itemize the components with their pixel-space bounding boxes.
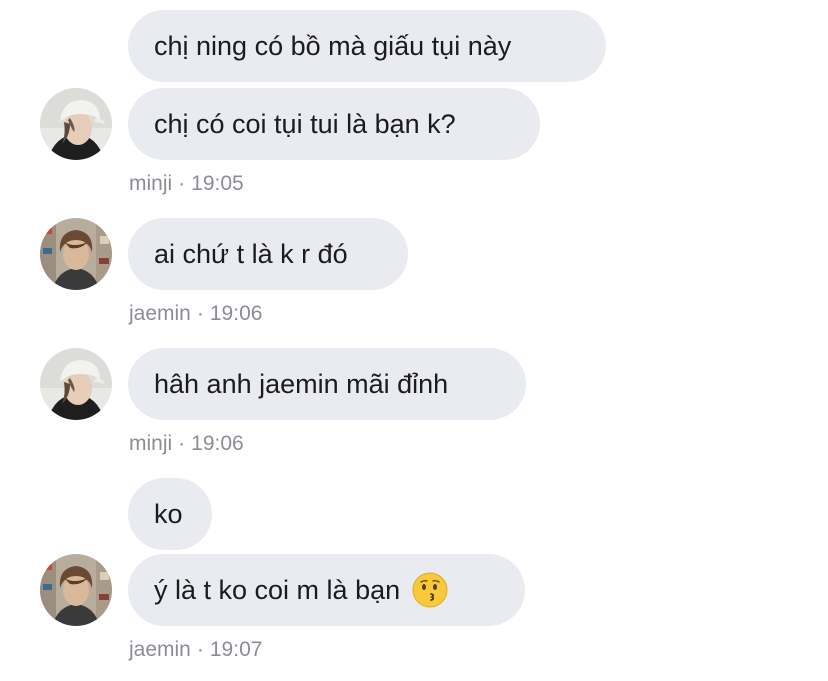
message-bubble[interactable]: ko xyxy=(128,478,212,550)
meta-separator: · xyxy=(196,638,204,661)
meta-separator: · xyxy=(178,172,186,195)
message-bubble[interactable]: ai chứ t là k r đó xyxy=(128,218,408,290)
message-bubble[interactable]: chị có coi tụi tui là bạn k? xyxy=(128,88,540,160)
meta-separator: · xyxy=(196,302,204,325)
timestamp: 19:06 xyxy=(191,432,244,455)
message-meta: jaemin · 19:06 xyxy=(129,302,262,326)
kissing-face-emoji xyxy=(412,572,448,608)
sender-name: jaemin xyxy=(129,638,191,661)
message-text: ko xyxy=(154,498,183,529)
sender-name: minji xyxy=(129,432,173,455)
meta-separator: · xyxy=(178,432,186,455)
message-meta: jaemin · 19:07 xyxy=(129,638,262,662)
message-meta: minji · 19:05 xyxy=(129,172,244,196)
message-text: chị có coi tụi tui là bạn k? xyxy=(154,108,456,139)
jaemin-avatar[interactable] xyxy=(40,554,112,626)
minji-avatar[interactable] xyxy=(40,88,112,160)
message-meta: minji · 19:06 xyxy=(129,432,244,456)
message-text: chị ning có bồ mà giấu tụi này xyxy=(154,30,512,61)
timestamp: 19:06 xyxy=(209,302,263,325)
jaemin-avatar[interactable] xyxy=(40,218,112,290)
sender-name: jaemin xyxy=(129,302,191,325)
sender-name: minji xyxy=(129,172,173,195)
message-text: ý là t ko coi m là bạn xyxy=(154,574,401,605)
message-text: hâh anh jaemin mãi đỉnh xyxy=(154,368,449,399)
message-text: ai chứ t là k r đó xyxy=(154,238,348,269)
message-bubble[interactable]: hâh anh jaemin mãi đỉnh xyxy=(128,348,526,420)
timestamp: 19:07 xyxy=(209,638,263,661)
minji-avatar[interactable] xyxy=(40,348,112,420)
timestamp: 19:05 xyxy=(191,172,244,195)
message-bubble[interactable]: ý là t ko coi m là bạn xyxy=(128,554,525,626)
message-bubble[interactable]: chị ning có bồ mà giấu tụi này xyxy=(128,10,606,82)
